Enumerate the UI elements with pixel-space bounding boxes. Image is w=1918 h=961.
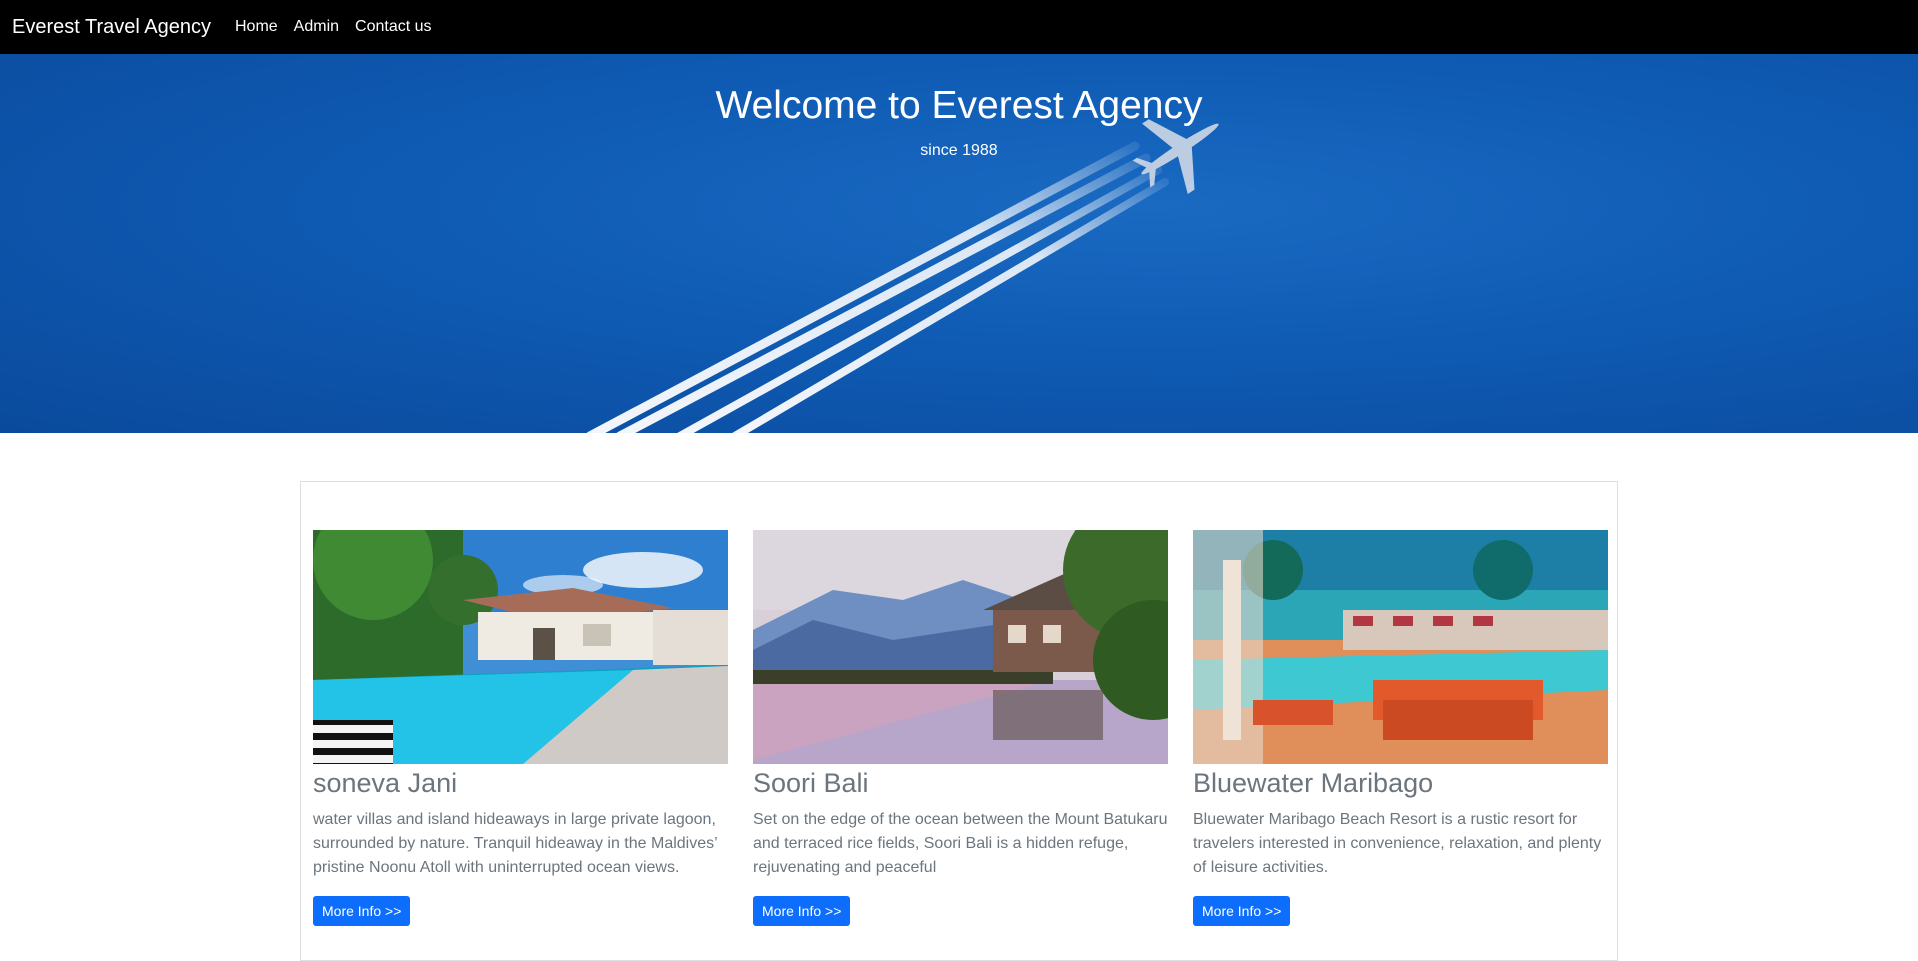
card-title: Bluewater Maribago: [1193, 768, 1434, 798]
brand-link[interactable]: Everest Travel Agency: [12, 16, 211, 39]
card-description: water villas and island hideaways in lar…: [313, 811, 718, 876]
more-info-button[interactable]: More Info >>: [753, 896, 851, 926]
destination-card-bluewater-maribago: Bluewater Maribago Bluewater Maribago Be…: [1193, 530, 1608, 926]
hero-subtitle: since 1988: [920, 142, 998, 159]
card-description: Set on the edge of the ocean between the…: [753, 811, 1168, 876]
destination-card-soori-bali: Soori Bali Set on the edge of the ocean …: [753, 530, 1168, 926]
navbar: Everest Travel Agency Home Admin Contact…: [0, 0, 1918, 54]
more-info-button[interactable]: More Info >>: [1193, 896, 1291, 926]
destinations-container: soneva Jani water villas and island hide…: [300, 481, 1618, 961]
nav-link-admin[interactable]: Admin: [294, 18, 339, 36]
bluewater-maribago-image[interactable]: [1193, 530, 1608, 764]
soneva-jani-image[interactable]: [313, 530, 728, 764]
soori-bali-image[interactable]: [753, 530, 1168, 764]
more-info-button[interactable]: More Info >>: [313, 896, 411, 926]
card-description: Bluewater Maribago Beach Resort is a rus…: [1193, 811, 1602, 876]
nav-link-contact[interactable]: Contact us: [355, 18, 431, 36]
hero-title: Welcome to Everest Agency: [715, 84, 1203, 127]
card-title: soneva Jani: [313, 768, 458, 798]
destination-card-soneva-jani: soneva Jani water villas and island hide…: [313, 530, 728, 926]
card-title: Soori Bali: [753, 768, 869, 798]
hero-banner: Welcome to Everest Agency since 1988: [0, 54, 1918, 433]
nav-link-home[interactable]: Home: [235, 18, 278, 36]
